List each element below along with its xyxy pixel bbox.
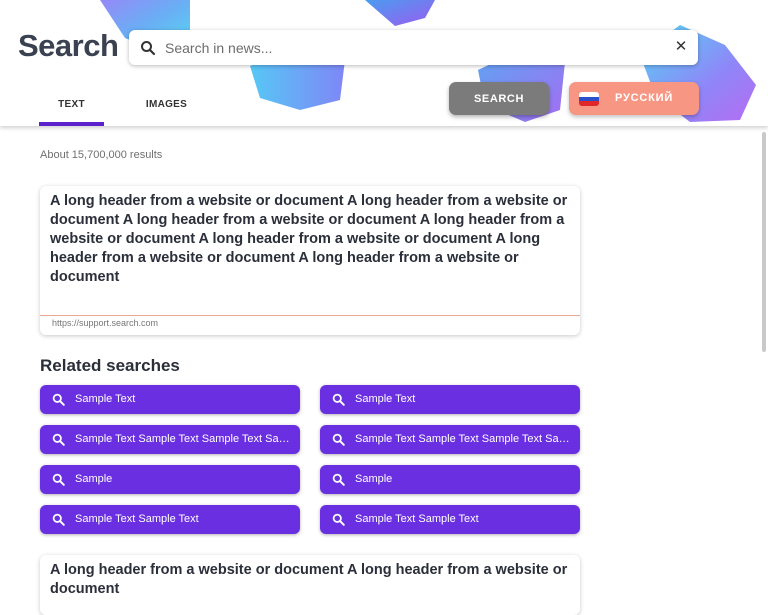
app-header: Search ✕ TEXT IMAGES SEARCH РУССКИЙ — [0, 0, 768, 126]
chip-label: Sample — [355, 473, 393, 485]
related-search-chip[interactable]: Sample Text — [40, 385, 300, 414]
related-search-chip[interactable]: Sample — [40, 465, 300, 494]
search-icon — [332, 513, 345, 526]
tab-images[interactable]: IMAGES — [134, 99, 199, 126]
search-button[interactable]: SEARCH — [449, 82, 549, 115]
chip-label: Sample — [75, 473, 113, 485]
result-card[interactable]: A long header from a website or document… — [40, 186, 580, 335]
search-icon — [52, 513, 65, 526]
chip-label: Sample Text Sample Text Sample Text Samp… — [355, 433, 570, 445]
related-search-chip[interactable]: Sample — [320, 465, 580, 494]
search-input[interactable] — [163, 37, 657, 59]
chip-label: Sample Text — [355, 393, 416, 405]
related-search-chip[interactable]: Sample Text — [320, 385, 580, 414]
search-icon — [332, 393, 345, 406]
close-icon[interactable]: ✕ — [673, 39, 689, 55]
search-icon — [52, 473, 65, 486]
chip-label: Sample Text Sample Text — [355, 513, 479, 525]
scrollbar[interactable] — [762, 132, 766, 352]
search-box[interactable]: ✕ — [129, 30, 698, 65]
related-search-chip[interactable]: Sample Text Sample Text Sample Text Samp… — [320, 425, 580, 454]
related-search-chip[interactable]: Sample Text Sample Text — [40, 505, 300, 534]
app-title: Search — [18, 28, 119, 63]
tab-text[interactable]: TEXT — [39, 99, 104, 126]
search-icon — [332, 473, 345, 486]
result-title[interactable]: A long header from a website or document… — [50, 561, 570, 599]
result-url[interactable]: https://support.search.com — [52, 318, 158, 328]
divider — [40, 315, 580, 316]
result-title[interactable]: A long header from a website or document… — [50, 192, 570, 287]
chip-label: Sample Text — [75, 393, 136, 405]
chip-label: Sample Text Sample Text Sample Text Samp… — [75, 433, 290, 445]
result-card[interactable]: A long header from a website or document… — [40, 555, 580, 615]
related-searches-heading: Related searches — [40, 356, 180, 375]
language-button[interactable]: РУССКИЙ — [569, 82, 699, 115]
search-icon — [141, 41, 156, 56]
related-search-chip[interactable]: Sample Text Sample Text — [320, 505, 580, 534]
tab-label: IMAGES — [145, 99, 188, 110]
search-icon — [52, 393, 65, 406]
russia-flag-icon — [579, 92, 599, 106]
results-count: About 15,700,000 results — [40, 149, 163, 161]
search-icon — [332, 433, 345, 446]
chip-label: Sample Text Sample Text — [75, 513, 199, 525]
related-search-chip[interactable]: Sample Text Sample Text Sample Text Samp… — [40, 425, 300, 454]
tab-label: TEXT — [58, 99, 85, 110]
language-label: РУССКИЙ — [615, 92, 674, 104]
search-icon — [52, 433, 65, 446]
